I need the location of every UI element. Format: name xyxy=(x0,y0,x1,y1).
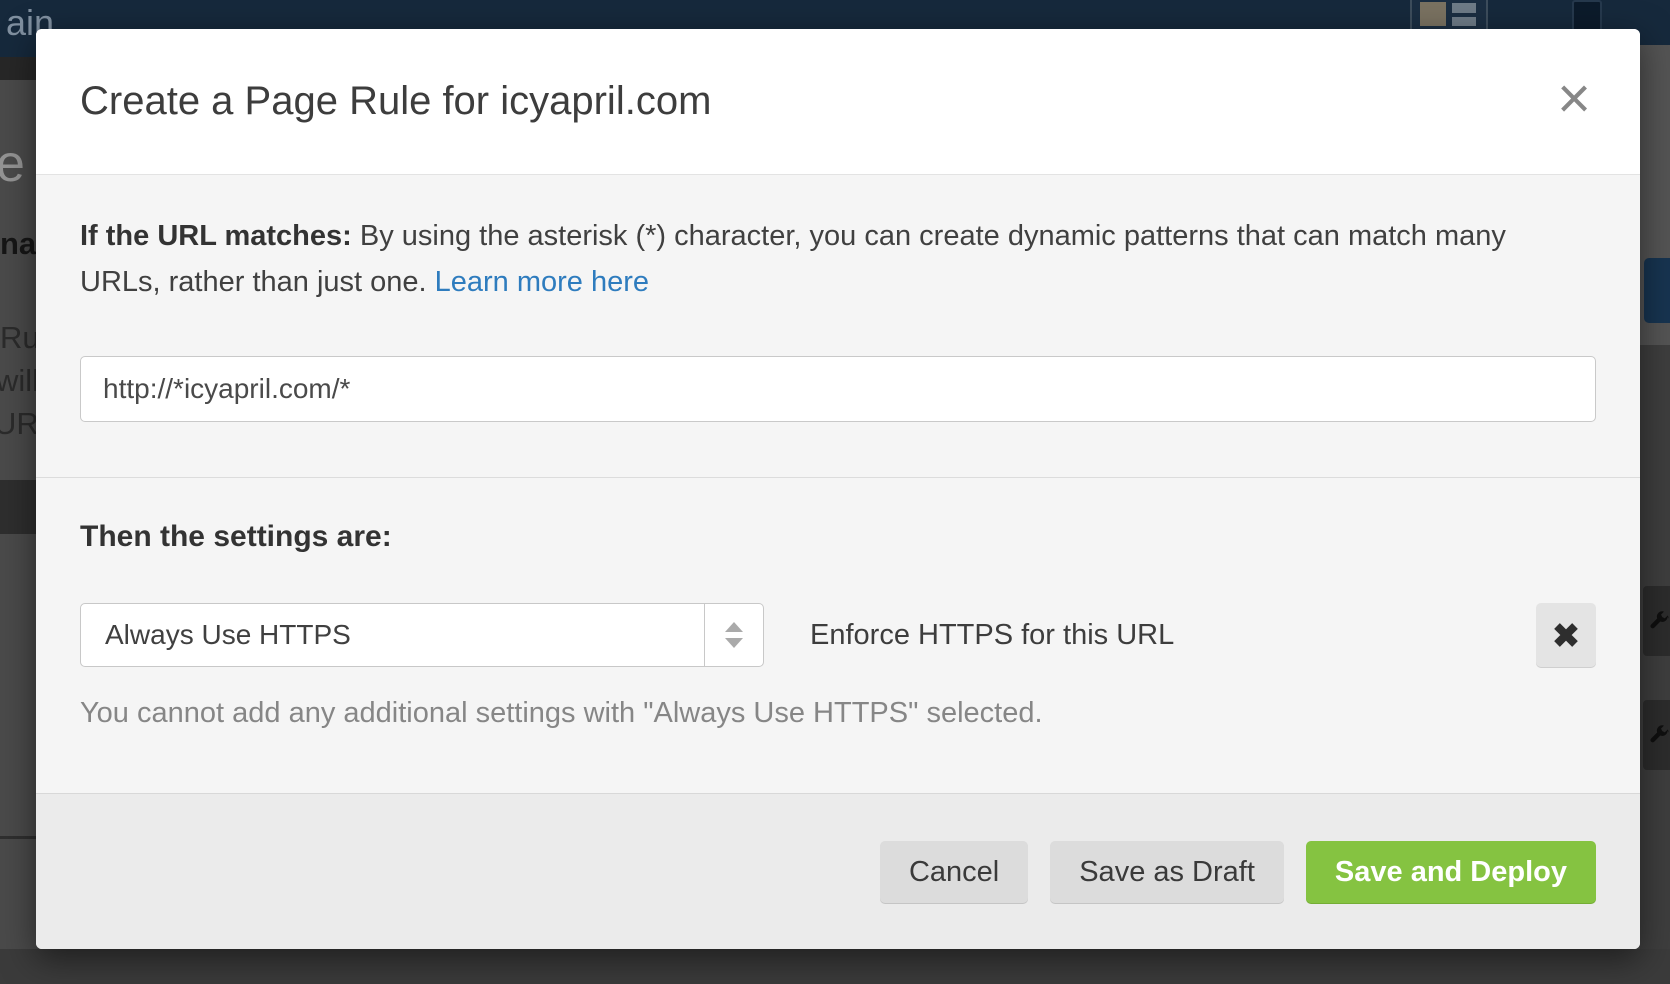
setting-row: Always Use HTTPS Enforce HTTPS for this … xyxy=(80,603,1596,667)
heavy-x-icon xyxy=(1552,621,1580,649)
dimmed-divider xyxy=(0,836,36,839)
setting-select-value: Always Use HTTPS xyxy=(81,619,704,651)
dimmed-table-header-band xyxy=(0,480,36,534)
wrench-icon xyxy=(1643,700,1670,770)
dimmed-subheader-strip xyxy=(0,57,36,80)
url-pattern-input[interactable] xyxy=(80,356,1596,422)
layout-block-glyph xyxy=(1420,2,1446,26)
url-match-description: If the URL matches: By using the asteris… xyxy=(80,213,1540,305)
settings-section: Then the settings are: Always Use HTTPS … xyxy=(36,478,1640,730)
select-stepper-icon xyxy=(704,604,763,666)
layout-bar-glyph xyxy=(1452,3,1476,13)
wrench-icon xyxy=(1643,586,1670,656)
dimmed-text-fragment: UR xyxy=(0,406,39,442)
modal-body: If the URL matches: By using the asteris… xyxy=(36,175,1640,793)
layout-bar-glyph xyxy=(1452,17,1476,26)
chevron-up-icon xyxy=(725,622,743,632)
dimmed-page-bottom xyxy=(0,949,1670,984)
wrench-glyph xyxy=(1647,606,1670,636)
wrench-glyph xyxy=(1647,720,1670,750)
layout-toggle-icon xyxy=(1410,0,1488,30)
save-as-draft-button[interactable]: Save as Draft xyxy=(1050,841,1284,903)
setting-note: You cannot add any additional settings w… xyxy=(80,697,1596,730)
dimmed-blue-button-edge xyxy=(1644,258,1670,323)
url-match-lead: If the URL matches: xyxy=(80,220,352,252)
settings-heading: Then the settings are: xyxy=(80,520,1596,554)
modal-footer: Cancel Save as Draft Save and Deploy xyxy=(36,793,1640,949)
url-match-section: If the URL matches: By using the asteris… xyxy=(36,175,1640,478)
setting-description: Enforce HTTPS for this URL xyxy=(810,619,1174,652)
create-page-rule-modal: Create a Page Rule for icyapril.com × If… xyxy=(36,29,1640,949)
setting-select[interactable]: Always Use HTTPS xyxy=(80,603,764,667)
save-and-deploy-button[interactable]: Save and Deploy xyxy=(1306,841,1596,903)
close-icon[interactable]: × xyxy=(1548,73,1600,125)
dimmed-text-fragment: e xyxy=(0,134,25,194)
dimmed-text-fragment: Ru xyxy=(0,320,40,356)
remove-setting-button[interactable] xyxy=(1536,603,1596,667)
modal-header: Create a Page Rule for icyapril.com × xyxy=(36,29,1640,175)
chevron-down-icon xyxy=(725,638,743,648)
dimmed-text-fragment: will xyxy=(0,363,39,399)
learn-more-link[interactable]: Learn more here xyxy=(435,266,649,298)
modal-title: Create a Page Rule for icyapril.com xyxy=(80,79,711,124)
cancel-button[interactable]: Cancel xyxy=(880,841,1028,903)
